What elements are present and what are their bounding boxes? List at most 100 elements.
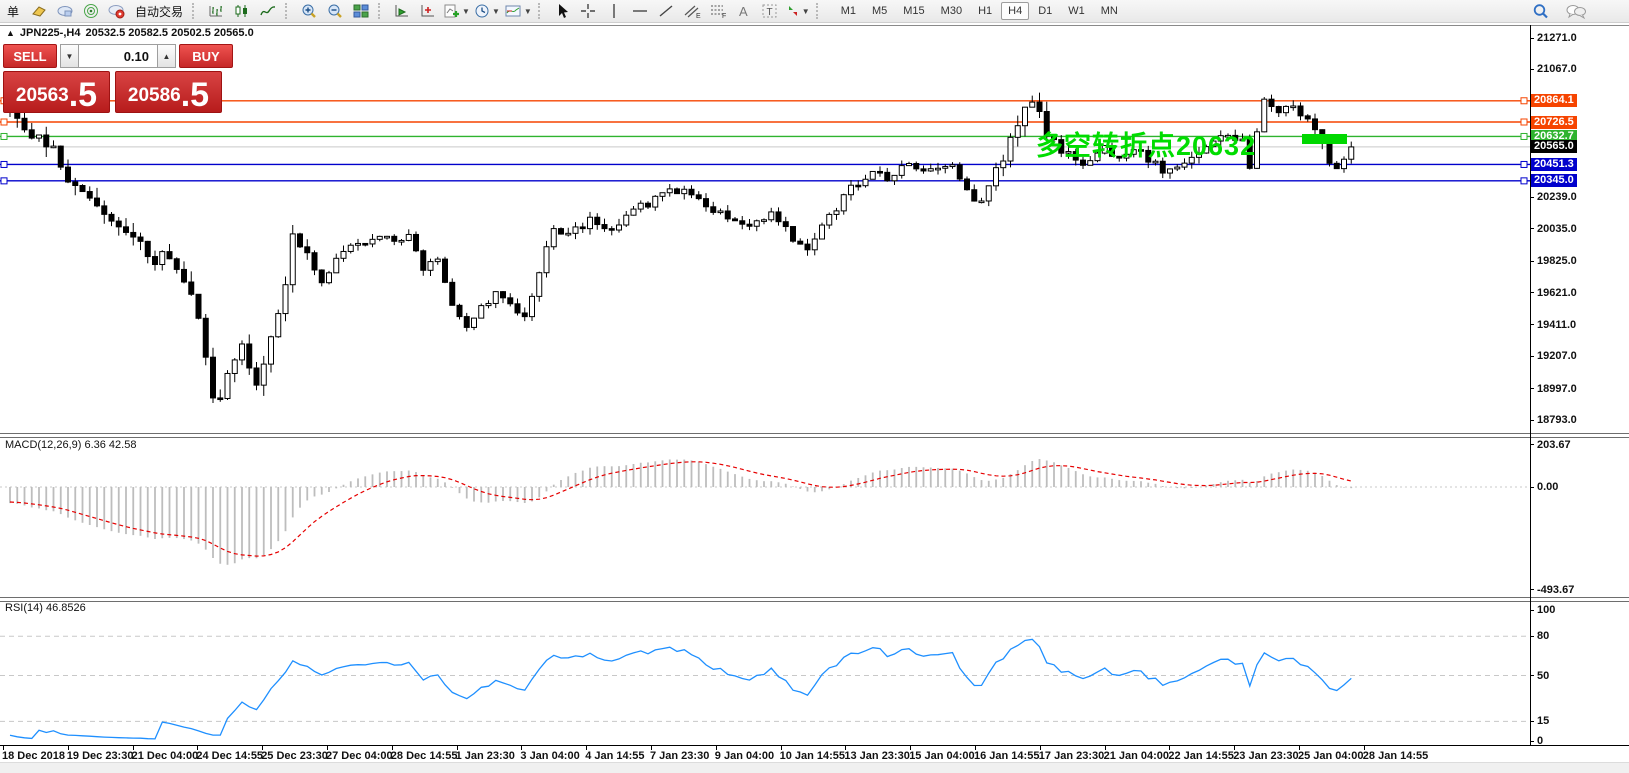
timeframe-button-mn[interactable]: MN: [1094, 2, 1125, 20]
bar-chart-button[interactable]: [203, 1, 229, 21]
time-tick-label: 24 Dec 14:55: [196, 750, 263, 762]
time-tick-label: 10 Jan 14:55: [780, 750, 845, 762]
time-tick-label: 28 Jan 14:55: [1363, 750, 1428, 762]
new-order-button[interactable]: 单: [0, 1, 26, 21]
metaeditor-button[interactable]: [26, 1, 52, 21]
candle-body: [501, 292, 506, 298]
price-tick-mark: [1530, 69, 1534, 70]
candle-body: [747, 224, 752, 226]
candle-body: [1001, 161, 1006, 168]
chart-title: ▲ JPN225-,H4 20532.5 20582.5 20502.5 205…: [6, 27, 254, 39]
line-handle[interactable]: [1521, 178, 1527, 184]
zoom-in-button[interactable]: [296, 1, 322, 21]
candle-body: [1037, 102, 1042, 111]
candle-body: [261, 364, 266, 385]
main-chart-canvas[interactable]: [0, 25, 1530, 433]
timeframe-button-d1[interactable]: D1: [1031, 2, 1059, 20]
line-handle[interactable]: [1, 161, 7, 167]
candle-body: [102, 206, 107, 214]
rsi-pane-canvas[interactable]: [0, 601, 1530, 745]
line-chart-button[interactable]: [255, 1, 281, 21]
line-handle[interactable]: [1521, 133, 1527, 139]
candle-body: [1327, 143, 1332, 163]
candle-body: [73, 182, 78, 186]
buy-button[interactable]: BUY: [179, 44, 233, 68]
text-tool-button[interactable]: A: [731, 1, 757, 21]
candle-body: [145, 241, 150, 256]
candle-body: [798, 241, 803, 244]
line-handle[interactable]: [1521, 98, 1527, 104]
one-click-panel-toggle[interactable]: ▲: [6, 28, 15, 38]
volume-increase-button[interactable]: ▲: [157, 44, 176, 68]
price-tick-label: 19621.0: [1537, 287, 1577, 299]
tile-windows-button[interactable]: [348, 1, 374, 21]
horizontal-line-tool-button[interactable]: [627, 1, 653, 21]
macd-pane-canvas[interactable]: [0, 437, 1530, 597]
timeframe-button-h1[interactable]: H1: [971, 2, 999, 20]
candle-body: [776, 212, 781, 222]
timeframe-button-m30[interactable]: M30: [934, 2, 969, 20]
bid-price-badge: 20565.0: [1531, 140, 1577, 153]
macd-tick-label: -493.67: [1537, 584, 1574, 596]
fibonacci-tool-button[interactable]: F: [705, 1, 731, 21]
timeframe-button-m15[interactable]: M15: [896, 2, 931, 20]
candle-body: [109, 214, 114, 221]
mql5-cloud-button[interactable]: [52, 1, 78, 21]
buy-price-button[interactable]: 20586 .5: [115, 71, 222, 113]
timeframe-button-w1[interactable]: W1: [1061, 2, 1092, 20]
timeframe-button-h4[interactable]: H4: [1001, 2, 1029, 20]
autotrading-label: 自动交易: [132, 3, 186, 20]
timeframe-button-m5[interactable]: M5: [865, 2, 894, 20]
line-handle[interactable]: [1, 119, 7, 125]
channel-tool-button[interactable]: E: [679, 1, 705, 21]
toolbar-separator: [816, 3, 823, 19]
text-label-tool-button[interactable]: T: [757, 1, 783, 21]
line-handle[interactable]: [1521, 119, 1527, 125]
new-chart-button[interactable]: [389, 1, 415, 21]
volume-decrease-button[interactable]: ▼: [60, 44, 79, 68]
candle-body: [972, 190, 977, 201]
tick-chart-button[interactable]: [415, 1, 441, 21]
chat-button[interactable]: [1563, 1, 1589, 21]
candle-body: [341, 251, 346, 258]
arrows-tool-button[interactable]: ▼: [783, 1, 812, 21]
line-handle[interactable]: [1, 133, 7, 139]
trendline-tool-button[interactable]: [653, 1, 679, 21]
time-axis[interactable]: 18 Dec 201819 Dec 23:3021 Dec 04:0024 De…: [0, 746, 1629, 762]
line-handle[interactable]: [1, 178, 7, 184]
crosshair-tool-button[interactable]: [575, 1, 601, 21]
volume-input[interactable]: [79, 44, 157, 68]
vertical-line-tool-button[interactable]: [601, 1, 627, 21]
market-button[interactable]: [104, 1, 130, 21]
candle-body: [907, 163, 912, 165]
search-button[interactable]: [1527, 1, 1553, 21]
cursor-tool-button[interactable]: [549, 1, 575, 21]
candle-body: [196, 294, 201, 318]
macd-tick-mark: [1530, 487, 1534, 488]
macd-signal-line: [10, 462, 1351, 556]
time-tick-label: 4 Jan 14:55: [585, 750, 644, 762]
candle-body: [363, 243, 368, 245]
candle-body: [312, 253, 317, 270]
sell-button[interactable]: SELL: [3, 44, 57, 68]
templates-button[interactable]: ▼: [502, 1, 534, 21]
candle-body: [370, 239, 375, 244]
toolbar-separator: [192, 3, 199, 19]
periods-button[interactable]: ▼: [472, 1, 502, 21]
line-handle[interactable]: [1521, 161, 1527, 167]
candlestick-chart-button[interactable]: [229, 1, 255, 21]
zoom-out-button[interactable]: [322, 1, 348, 21]
add-indicator-button[interactable]: ▼: [441, 1, 472, 21]
candle-body: [936, 168, 941, 170]
autotrading-button[interactable]: 自动交易: [130, 1, 188, 21]
candle-body: [80, 186, 85, 192]
candle-body: [356, 243, 361, 245]
candle-body: [718, 211, 723, 213]
candle-body: [138, 237, 143, 241]
sell-price-button[interactable]: 20563 .5: [3, 71, 110, 113]
rsi-tick-mark: [1530, 741, 1534, 742]
candle-body: [472, 318, 477, 327]
candle-body: [1262, 99, 1267, 132]
timeframe-button-m1[interactable]: M1: [834, 2, 863, 20]
signals-button[interactable]: [78, 1, 104, 21]
